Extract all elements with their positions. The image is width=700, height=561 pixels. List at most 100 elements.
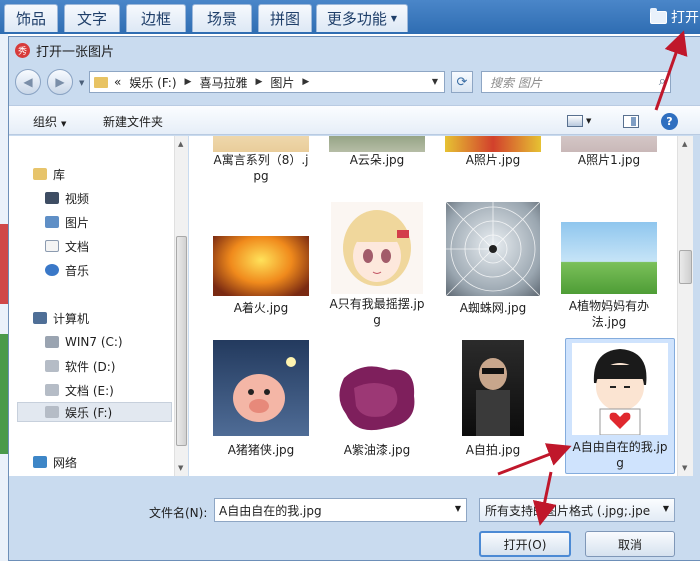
tab-border[interactable]: 边框 xyxy=(126,4,186,32)
cancel-button[interactable]: 取消 xyxy=(585,531,675,557)
file-tile[interactable]: A紫油漆.jpg xyxy=(325,358,429,458)
file-tile[interactable]: A猪猪侠.jpg xyxy=(209,340,313,458)
file-name: A只有我最摇摆.jpg xyxy=(329,297,425,327)
view-icon xyxy=(567,115,583,127)
image-thumbnail xyxy=(213,236,309,296)
history-dropdown-icon[interactable]: ▼ xyxy=(79,79,84,87)
back-button[interactable]: ◀ xyxy=(15,69,41,95)
file-tile[interactable]: A云朵.jpg xyxy=(325,136,429,168)
image-thumbnail xyxy=(561,222,657,294)
network-icon xyxy=(33,456,47,468)
tab-text[interactable]: 文字 xyxy=(64,4,120,32)
nav-item-network[interactable]: 网络 xyxy=(33,452,174,472)
new-folder-button[interactable]: 新建文件夹 xyxy=(103,113,163,130)
search-icon: ⌕ xyxy=(658,74,666,89)
file-tile[interactable]: A照片.jpg xyxy=(441,136,545,168)
scroll-down-icon[interactable]: ▼ xyxy=(178,464,183,472)
library-icon xyxy=(33,168,47,180)
nav-item-label: 视频 xyxy=(65,191,90,206)
file-tile[interactable]: A植物妈妈有办法.jpg xyxy=(557,222,661,330)
tab-scene[interactable]: 场景 xyxy=(192,4,252,32)
forward-button[interactable]: ▶ xyxy=(47,69,73,95)
scroll-up-icon[interactable]: ▲ xyxy=(682,140,687,148)
nav-scrollbar[interactable]: ▲ ▼ xyxy=(174,136,188,476)
music-icon xyxy=(45,264,59,276)
organize-menu[interactable]: 组织 ▼ xyxy=(33,113,66,130)
nav-item-drive-c[interactable]: WIN7 (C:) xyxy=(45,332,174,352)
tab-accessories[interactable]: 饰品 xyxy=(4,4,58,32)
pictures-icon xyxy=(45,216,59,228)
dialog-title: 打开一张图片 xyxy=(36,44,115,60)
scroll-down-icon[interactable]: ▼ xyxy=(682,464,687,472)
breadcrumb-current[interactable]: 图片 xyxy=(270,74,294,91)
nav-item-libraries[interactable]: 库 xyxy=(33,164,174,184)
app-open-button[interactable]: 打开 xyxy=(650,7,699,27)
file-tile[interactable]: A着火.jpg xyxy=(209,236,313,316)
image-thumbnail xyxy=(445,201,541,297)
tab-collage[interactable]: 拼图 xyxy=(258,4,312,32)
pig-hero-picture xyxy=(233,357,296,422)
change-view-button[interactable]: ▼ xyxy=(567,112,591,130)
address-dropdown-icon[interactable]: ▼ xyxy=(432,77,438,86)
file-name: A自由自在的我.jpg xyxy=(572,440,668,470)
nav-item-label: 软件 (D:) xyxy=(65,359,116,374)
nav-scroll-thumb[interactable] xyxy=(176,236,187,446)
chevron-down-icon[interactable]: ▼ xyxy=(455,504,461,513)
app-open-label: 打开 xyxy=(671,10,699,26)
scroll-up-icon[interactable]: ▲ xyxy=(178,140,183,148)
image-thumbnail xyxy=(213,340,309,436)
nav-item-label: WIN7 (C:) xyxy=(65,335,123,349)
nav-item-pictures[interactable]: 图片 xyxy=(45,212,174,232)
filename-value: A自由自在的我.jpg xyxy=(219,503,322,518)
open-file-dialog: 秀 打开一张图片 ◀ ▶ ▼ « 娱乐 (F:) ▶ 喜马拉雅 ▶ 图片 ▶ ▼… xyxy=(8,36,700,561)
file-name: A紫油漆.jpg xyxy=(343,443,411,457)
file-list: A寓言系列（8）.jpg A云朵.jpg A照片.jpg A照片1.jpg A着… xyxy=(189,136,677,476)
nav-item-label: 图片 xyxy=(65,215,90,230)
breadcrumb-separator-icon[interactable]: ▶ xyxy=(185,77,192,87)
nav-item-music[interactable]: 音乐 xyxy=(45,260,174,280)
file-tile[interactable]: A照片1.jpg xyxy=(557,136,661,168)
file-name: A着火.jpg xyxy=(233,301,289,315)
preview-pane-button[interactable] xyxy=(623,112,639,130)
breadcrumb-overflow[interactable]: « xyxy=(114,75,121,89)
file-tile[interactable]: A蜘蛛网.jpg xyxy=(441,201,545,316)
breadcrumb-separator-icon[interactable]: ▶ xyxy=(255,77,262,87)
breadcrumb-drive[interactable]: 娱乐 (F:) xyxy=(129,74,176,91)
files-scrollbar[interactable]: ▲ ▼ xyxy=(677,136,693,476)
image-thumbnail xyxy=(329,136,425,152)
nav-item-label: 文档 (E:) xyxy=(65,383,114,398)
file-tile[interactable]: A寓言系列（8）.jpg xyxy=(209,136,313,184)
image-thumbnail xyxy=(213,136,309,152)
help-button[interactable]: ? xyxy=(661,112,678,130)
back-arrow-icon: ◀ xyxy=(23,75,33,89)
search-input[interactable]: 搜索 图片 ⌕ xyxy=(481,71,671,93)
filename-label: 文件名(N): xyxy=(149,506,208,520)
nav-item-drive-d[interactable]: 软件 (D:) xyxy=(45,356,174,376)
file-tile[interactable]: A自拍.jpg xyxy=(441,340,545,458)
refresh-button[interactable]: ⟳ xyxy=(451,71,473,93)
open-button[interactable]: 打开(O) xyxy=(479,531,571,557)
documents-icon xyxy=(45,240,59,252)
search-placeholder: 搜索 图片 xyxy=(490,75,542,90)
anime-girl-picture xyxy=(343,210,411,286)
app-logo-icon: 秀 xyxy=(15,42,30,58)
breadcrumb-folder[interactable]: 喜马拉雅 xyxy=(199,74,247,91)
file-tile-selected[interactable]: A自由自在的我.jpg xyxy=(565,338,675,474)
chevron-down-icon: ▼ xyxy=(390,14,398,23)
nav-item-drive-f[interactable]: 娱乐 (F:) xyxy=(17,402,172,422)
chevron-down-icon: ▼ xyxy=(586,117,592,125)
address-bar[interactable]: « 娱乐 (F:) ▶ 喜马拉雅 ▶ 图片 ▶ ▼ xyxy=(89,71,445,93)
filename-input[interactable]: A自由自在的我.jpg ▼ xyxy=(214,498,467,522)
files-scroll-thumb[interactable] xyxy=(679,250,692,284)
app-toolbar: 饰品 文字 边框 场景 拼图 更多功能 ▼ 打开 xyxy=(0,0,700,34)
forward-arrow-icon: ▶ xyxy=(55,75,65,89)
nav-item-computer[interactable]: 计算机 xyxy=(33,308,174,328)
nav-item-videos[interactable]: 视频 xyxy=(45,188,174,208)
chevron-down-icon: ▼ xyxy=(61,120,67,128)
file-tile[interactable]: A只有我最摇摆.jpg xyxy=(325,202,429,328)
filetype-select[interactable]: 所有支持的图片格式 (.jpg;.jpe ▼ xyxy=(479,498,675,522)
more-features-menu[interactable]: 更多功能 ▼ xyxy=(316,4,408,32)
breadcrumb-separator-icon[interactable]: ▶ xyxy=(302,77,309,87)
nav-item-documents[interactable]: 文档 xyxy=(45,236,174,256)
nav-item-drive-e[interactable]: 文档 (E:) xyxy=(45,380,174,400)
